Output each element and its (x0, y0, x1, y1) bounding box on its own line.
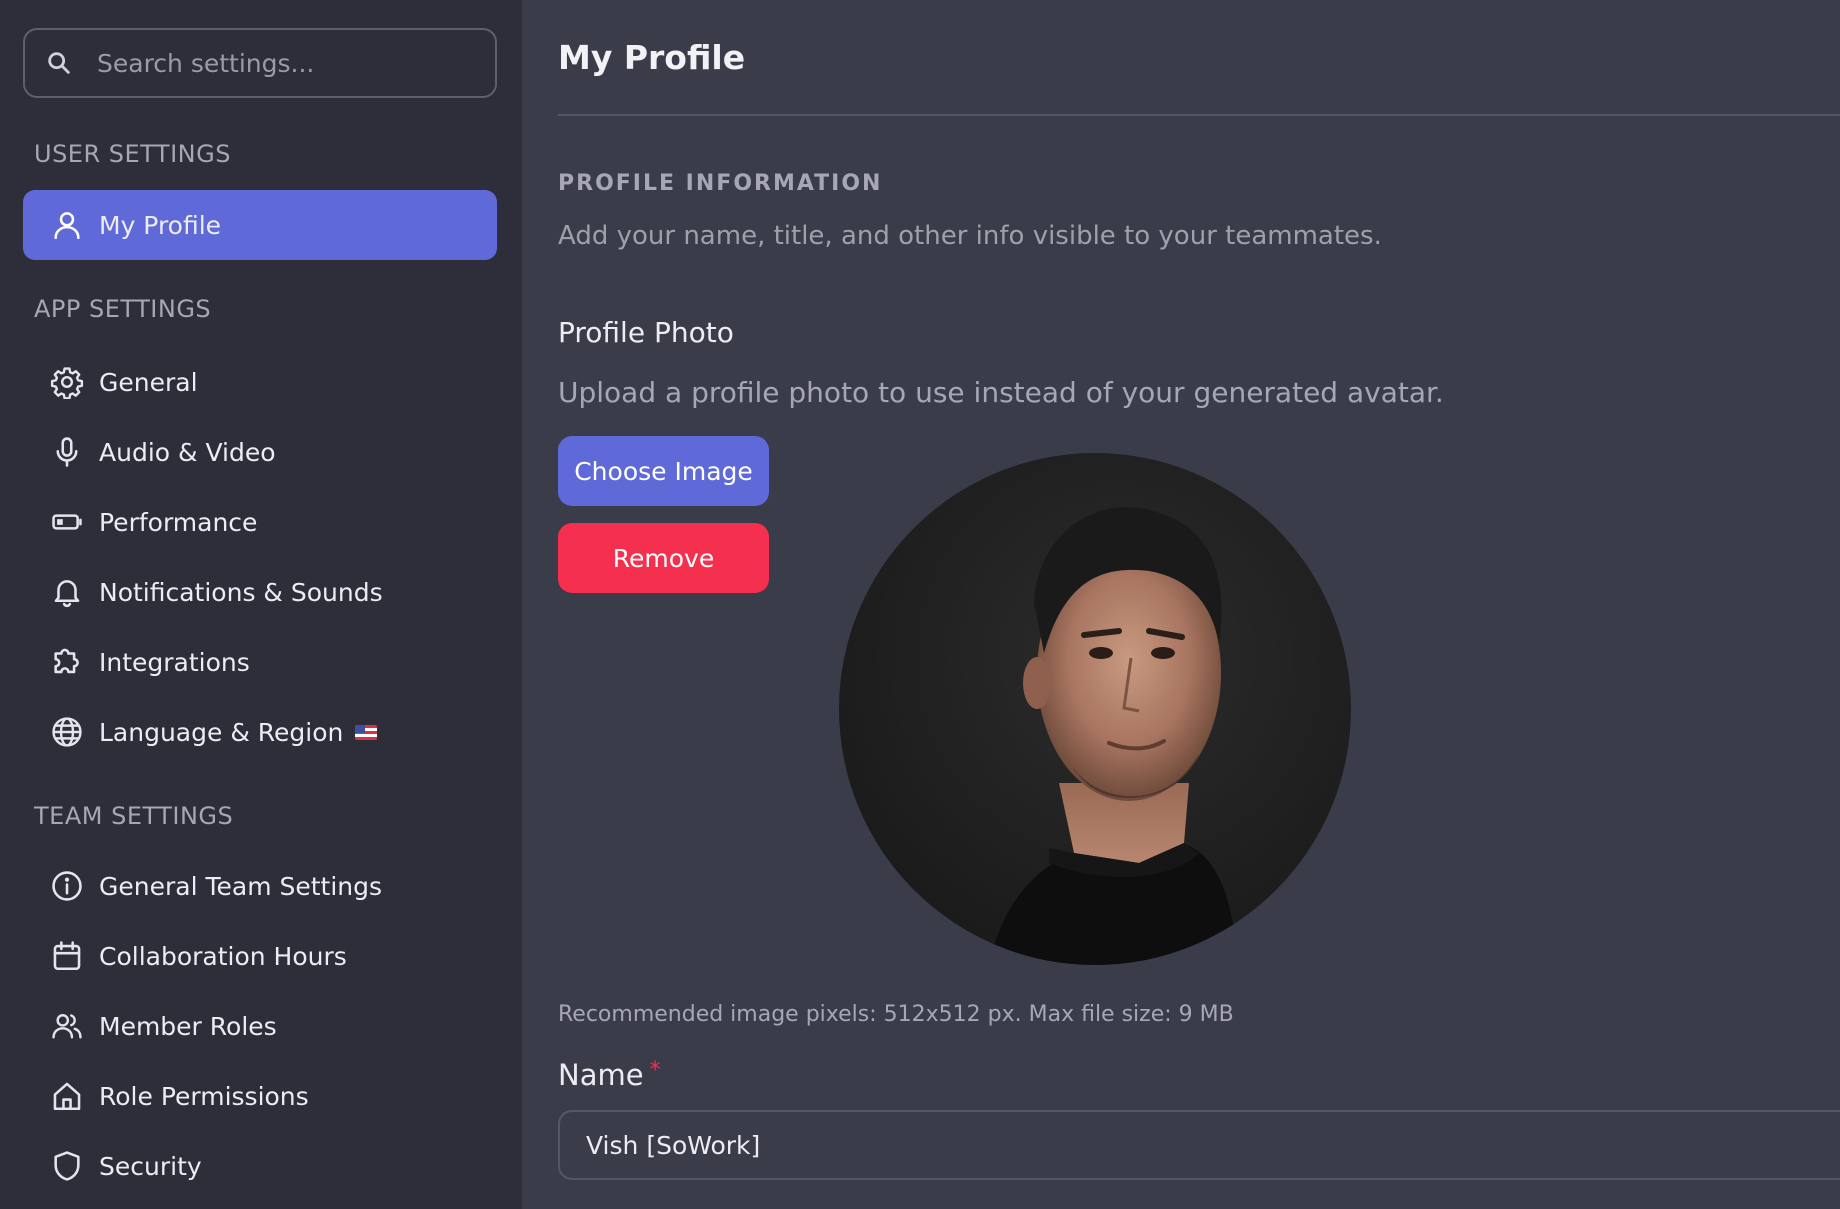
sidebar-item-label: Collaboration Hours (99, 941, 347, 971)
search-box[interactable]: Search settings... (23, 28, 497, 98)
sidebar-item-notifications-sounds[interactable]: Notifications & Sounds (23, 557, 497, 627)
sidebar-item-label: Performance (99, 507, 258, 537)
sidebar-item-language-region[interactable]: Language & Region (23, 697, 497, 767)
sidebar-item-my-profile[interactable]: My Profile (23, 190, 497, 260)
sidebar-item-audio-video[interactable]: Audio & Video (23, 417, 497, 487)
section-heading: PROFILE INFORMATION (558, 171, 883, 196)
globe-icon (49, 714, 85, 750)
sidebar-item-performance[interactable]: Performance (23, 487, 497, 557)
us-flag-icon (355, 724, 378, 740)
choose-image-button[interactable]: Choose Image (558, 436, 769, 506)
app-settings-heading: APP SETTINGS (34, 295, 212, 323)
info-icon (49, 868, 85, 904)
sidebar-item-label: Security (99, 1151, 202, 1181)
profile-panel: My Profile PROFILE INFORMATION Add your … (522, 0, 1840, 1209)
section-description: Add your name, title, and other info vis… (558, 221, 1382, 251)
sidebar-item-role-permissions[interactable]: Role Permissions (23, 1061, 497, 1131)
profile-photo (839, 453, 1351, 965)
remove-button[interactable]: Remove (558, 523, 769, 593)
sidebar-item-label: Integrations (99, 647, 250, 677)
sidebar-item-general-team-settings[interactable]: General Team Settings (23, 851, 497, 921)
sidebar-item-integrations[interactable]: Integrations (23, 627, 497, 697)
page-title: My Profile (558, 38, 746, 77)
sidebar-item-label: Role Permissions (99, 1081, 309, 1111)
sidebar-item-label: Member Roles (99, 1011, 277, 1041)
sidebar-item-collaboration-hours[interactable]: Collaboration Hours (23, 921, 497, 991)
sidebar-item-label: General Team Settings (99, 871, 383, 901)
title-divider (558, 114, 1840, 116)
required-marker: * (649, 1058, 661, 1083)
name-label-text: Name (558, 1058, 644, 1092)
search-placeholder[interactable]: Search settings... (97, 49, 314, 78)
sidebar-item-label: General (99, 367, 198, 397)
calendar-icon (49, 938, 85, 974)
sidebar-item-label: My Profile (99, 210, 222, 240)
sidebar-item-label: Notifications & Sounds (99, 577, 383, 607)
settings-sidebar: Search settings... USER SETTINGS My Prof… (0, 0, 522, 1209)
battery-icon (49, 504, 85, 540)
sidebar-item-label: Language & Region (99, 717, 344, 747)
profile-photo-description: Upload a profile photo to use instead of… (558, 376, 1444, 409)
team-settings-heading: TEAM SETTINGS (34, 802, 234, 830)
sidebar-item-member-roles[interactable]: Member Roles (23, 991, 497, 1061)
search-icon (48, 52, 70, 74)
name-input[interactable] (586, 1130, 1786, 1160)
bell-icon (49, 574, 85, 610)
name-label: Name * (558, 1058, 661, 1092)
users-icon (49, 1008, 85, 1044)
profile-photo-title: Profile Photo (558, 316, 734, 349)
sidebar-item-general[interactable]: General (23, 347, 497, 417)
user-icon (49, 207, 85, 243)
sidebar-item-security[interactable]: Security (23, 1131, 497, 1201)
shield-icon (49, 1148, 85, 1184)
image-requirements-hint: Recommended image pixels: 512x512 px. Ma… (558, 1002, 1234, 1027)
user-settings-heading: USER SETTINGS (34, 140, 231, 168)
name-field[interactable] (558, 1110, 1840, 1180)
sidebar-item-label: Audio & Video (99, 437, 276, 467)
puzzle-icon (49, 644, 85, 680)
gear-icon (49, 364, 85, 400)
home-icon (49, 1078, 85, 1114)
microphone-icon (49, 434, 85, 470)
